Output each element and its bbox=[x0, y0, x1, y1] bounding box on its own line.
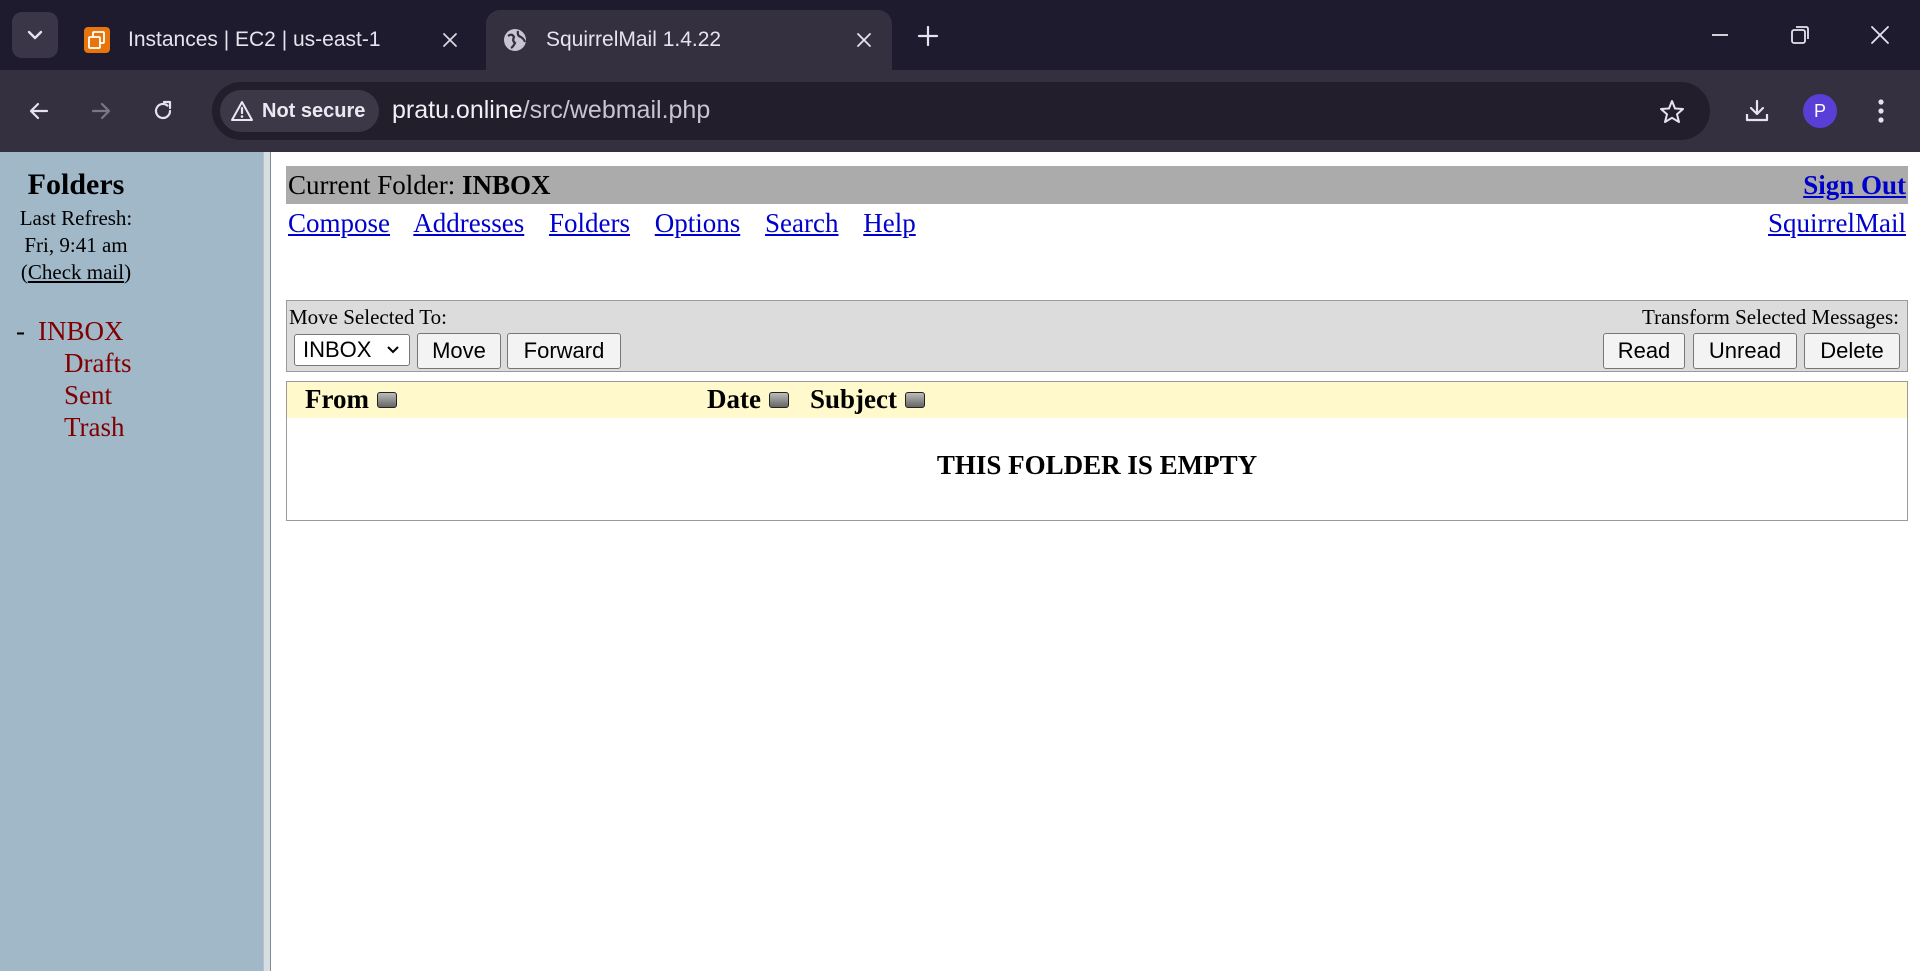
browser-toolbar: Not secure pratu.online/src/webmail.php … bbox=[0, 70, 1920, 152]
page-viewport: Folders Last Refresh: Fri, 9:41 am (Chec… bbox=[0, 152, 1920, 971]
read-button[interactable]: Read bbox=[1603, 333, 1685, 369]
forward-button[interactable]: Forward bbox=[507, 333, 621, 369]
sort-icon[interactable] bbox=[905, 391, 925, 408]
new-tab-button[interactable] bbox=[908, 16, 948, 56]
tab-squirrelmail[interactable]: SquirrelMail 1.4.22 bbox=[486, 10, 892, 70]
message-actions: Move Selected To: Transform Selected Mes… bbox=[286, 300, 1908, 372]
forward-button[interactable] bbox=[78, 88, 124, 134]
tab-search-button[interactable] bbox=[12, 12, 58, 58]
chevron-down-icon bbox=[27, 30, 43, 40]
menu-search[interactable]: Search bbox=[765, 208, 838, 238]
close-icon bbox=[1871, 26, 1889, 44]
column-from[interactable]: From bbox=[305, 384, 397, 415]
current-folder-name: INBOX bbox=[461, 169, 551, 200]
main-menu: Compose Addresses Folders Options Search… bbox=[286, 208, 1908, 239]
folder-item-trash[interactable]: Trash bbox=[16, 411, 131, 443]
folder-item-drafts[interactable]: Drafts bbox=[16, 347, 131, 379]
folders-title: Folders bbox=[27, 168, 125, 201]
move-button[interactable]: Move bbox=[417, 333, 501, 369]
last-refresh-time: Fri, 9:41 am bbox=[24, 233, 128, 257]
empty-folder-message: THIS FOLDER IS EMPTY bbox=[936, 450, 1258, 480]
browser-tab-strip: Instances | EC2 | us-east-1 SquirrelMail… bbox=[0, 0, 1920, 70]
back-button[interactable] bbox=[16, 88, 62, 134]
sort-icon[interactable] bbox=[376, 391, 397, 408]
download-icon bbox=[1745, 99, 1769, 122]
refresh-info: Last Refresh: Fri, 9:41 am (Check mail) bbox=[0, 205, 152, 286]
check-mail-line: (Check mail) bbox=[0, 259, 152, 286]
check-mail-link[interactable]: Check mail bbox=[28, 260, 124, 284]
address-bar[interactable]: Not secure pratu.online/src/webmail.php bbox=[212, 82, 1710, 140]
menu-compose[interactable]: Compose bbox=[288, 208, 390, 238]
tab-title: SquirrelMail 1.4.22 bbox=[546, 28, 722, 51]
profile-button[interactable]: P bbox=[1797, 88, 1843, 134]
last-refresh-label: Last Refresh: bbox=[19, 206, 133, 230]
current-folder-label: Current Folder: bbox=[288, 169, 456, 200]
menu-addresses[interactable]: Addresses bbox=[413, 208, 524, 238]
restore-window-button[interactable] bbox=[1760, 8, 1840, 62]
close-tab-icon[interactable] bbox=[430, 20, 470, 60]
bookmark-star-button[interactable] bbox=[1654, 94, 1690, 130]
tab-title: Instances | EC2 | us-east-1 bbox=[128, 28, 381, 51]
folder-item-sent[interactable]: Sent bbox=[16, 379, 131, 411]
column-label: From bbox=[305, 384, 369, 414]
avatar: P bbox=[1803, 94, 1837, 128]
warning-triangle-icon bbox=[231, 101, 253, 121]
delete-button[interactable]: Delete bbox=[1804, 333, 1900, 369]
url-path: /src/webmail.php bbox=[522, 96, 711, 124]
url-text[interactable]: pratu.online/src/webmail.php bbox=[392, 96, 710, 125]
menu-help[interactable]: Help bbox=[863, 208, 915, 238]
frame-divider[interactable] bbox=[263, 152, 271, 971]
folder-list: - INBOX Drafts Sent Trash bbox=[16, 315, 131, 443]
arrow-right-icon bbox=[91, 102, 111, 120]
paren-close: ) bbox=[124, 260, 132, 284]
sign-out-link[interactable]: Sign Out bbox=[1803, 170, 1906, 201]
column-label: Subject bbox=[810, 384, 897, 414]
squirrelmail-link[interactable]: SquirrelMail bbox=[1768, 208, 1906, 239]
collapse-toggle[interactable]: - bbox=[16, 315, 38, 347]
globe-icon bbox=[502, 27, 528, 53]
reload-icon bbox=[154, 100, 172, 120]
column-date[interactable]: Date bbox=[707, 384, 789, 415]
sort-icon[interactable] bbox=[768, 391, 789, 408]
site-security-chip[interactable]: Not secure bbox=[220, 90, 380, 132]
star-icon bbox=[1660, 100, 1684, 123]
message-list-header: From Date Subject bbox=[287, 382, 1907, 418]
browser-menu-button[interactable] bbox=[1858, 88, 1904, 134]
arrow-left-icon bbox=[29, 102, 49, 120]
downloads-button[interactable] bbox=[1734, 88, 1780, 134]
minimize-window-button[interactable] bbox=[1680, 8, 1760, 62]
folder-label[interactable]: INBOX bbox=[38, 316, 124, 346]
chevron-down-icon bbox=[387, 346, 399, 354]
current-folder-text: Current Folder: INBOX bbox=[288, 170, 551, 201]
restore-icon bbox=[1791, 26, 1809, 44]
folder-pane: Folders Last Refresh: Fri, 9:41 am (Chec… bbox=[0, 152, 263, 971]
reload-button[interactable] bbox=[140, 88, 186, 134]
aws-ec2-icon bbox=[84, 27, 110, 53]
plus-icon bbox=[917, 25, 939, 47]
minimize-icon bbox=[1712, 34, 1728, 36]
message-list: From Date Subject THIS FOLDER IS EMPTY bbox=[286, 381, 1908, 521]
main-pane: Current Folder: INBOX Sign Out Compose A… bbox=[286, 166, 1908, 521]
column-subject[interactable]: Subject bbox=[810, 384, 925, 415]
current-folder-bar: Current Folder: INBOX Sign Out bbox=[286, 166, 1908, 204]
folder-item-inbox[interactable]: - INBOX bbox=[16, 315, 131, 347]
move-target-select[interactable]: INBOX bbox=[294, 334, 410, 366]
security-label: Not secure bbox=[262, 99, 366, 122]
menu-options[interactable]: Options bbox=[655, 208, 741, 238]
close-tab-icon[interactable] bbox=[844, 20, 884, 60]
unread-button[interactable]: Unread bbox=[1693, 333, 1797, 369]
column-label: Date bbox=[707, 384, 761, 414]
move-selected-label: Move Selected To: bbox=[289, 305, 447, 329]
move-target-value: INBOX bbox=[303, 337, 372, 362]
url-host: pratu.online bbox=[392, 96, 523, 124]
paren-open: ( bbox=[20, 260, 28, 284]
tab-ec2-instances[interactable]: Instances | EC2 | us-east-1 bbox=[68, 10, 478, 70]
transform-selected-label: Transform Selected Messages: bbox=[1641, 305, 1899, 329]
kebab-menu-icon bbox=[1878, 99, 1884, 123]
close-window-button[interactable] bbox=[1840, 8, 1920, 62]
menu-folders[interactable]: Folders bbox=[549, 208, 630, 238]
menu-links: Compose Addresses Folders Options Search… bbox=[288, 208, 934, 239]
